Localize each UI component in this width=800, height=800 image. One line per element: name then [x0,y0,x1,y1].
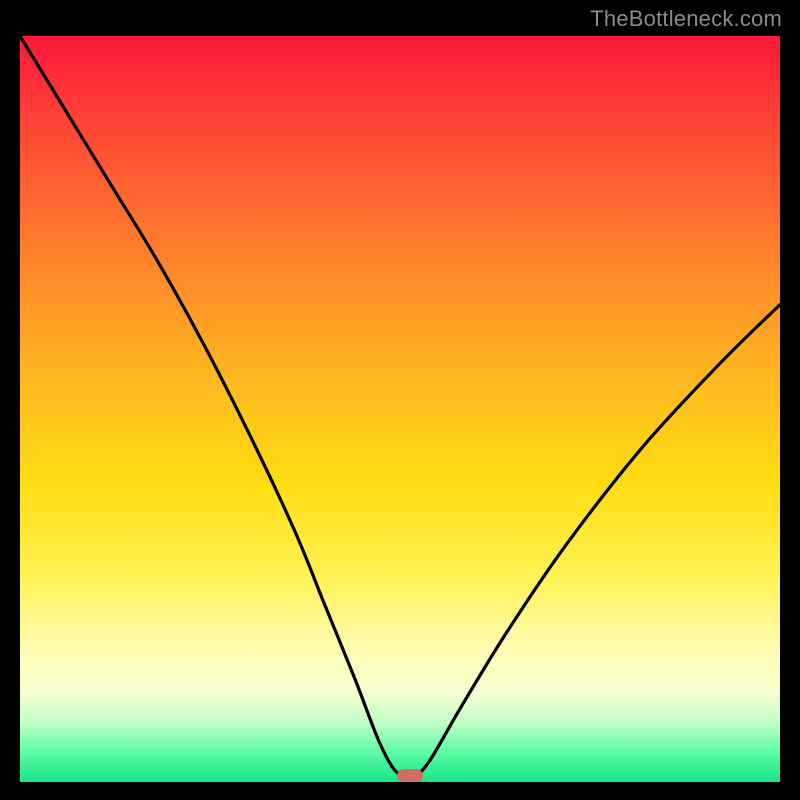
optimal-marker [397,769,423,782]
chart-frame: TheBottleneck.com [0,0,800,800]
bottleneck-curve [20,36,780,782]
watermark-text: TheBottleneck.com [590,6,782,32]
plot-area [20,36,780,782]
